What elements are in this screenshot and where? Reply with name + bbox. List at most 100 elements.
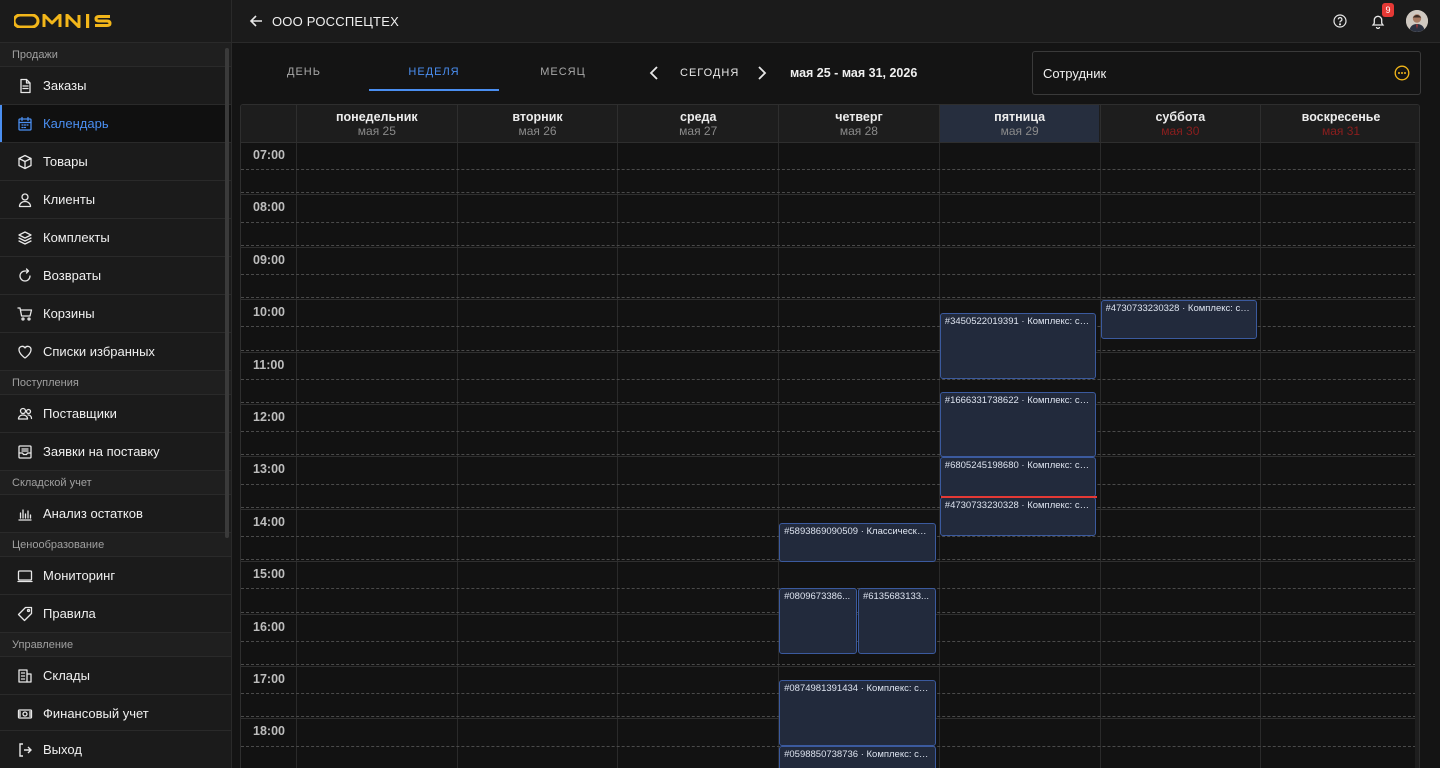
current-time-indicator xyxy=(940,495,1098,498)
sidebar-item-label: Комплекты xyxy=(43,230,110,245)
hour-separator xyxy=(241,456,1419,458)
slot-separator xyxy=(241,169,1419,171)
inbox-icon xyxy=(16,443,34,461)
notifications-button[interactable]: 9 xyxy=(1368,3,1394,31)
event-title: #0598850738736 · Комплекс: стандартный xyxy=(784,748,931,760)
calendar-event[interactable]: #6805245198680 · Комплекс: стандартный xyxy=(939,457,1097,497)
view-tab[interactable]: МЕСЯЦ xyxy=(499,53,627,91)
sidebar-item[interactable]: Заявки на поставку xyxy=(0,433,231,471)
event-title: #4730733230328 · Комплекс: стандартный xyxy=(944,499,1092,511)
sidebar-nav: Продажи Заказы Календарь Товары Клиенты Компл… xyxy=(0,43,231,733)
sidebar-item[interactable]: Списки избранных xyxy=(0,333,231,371)
sidebar-item-label: Товары xyxy=(43,154,88,169)
sidebar-item[interactable]: Товары xyxy=(0,143,231,181)
hour-label: 13:00 xyxy=(253,462,285,477)
chevron-left-icon xyxy=(649,66,658,80)
calendar-event[interactable]: #0598850738736 · Комплекс: стандартный xyxy=(779,745,936,768)
sidebar-item[interactable]: Календарь xyxy=(0,105,231,143)
calendar-toolbar: ДЕНЬ НЕДЕЛЯ МЕСЯЦ СЕГОДНЯ мая 25 - мая 31,… xyxy=(232,43,1440,103)
sidebar-item[interactable]: Правила xyxy=(0,595,231,633)
date-range: мая 25 - мая 31, 2026 xyxy=(790,66,918,80)
sidebar-item[interactable]: Корзины xyxy=(0,295,231,333)
sidebar-item[interactable]: Поставщики xyxy=(0,395,231,433)
tag-icon xyxy=(16,605,34,623)
sidebar-item[interactable]: Финансовый учет xyxy=(0,695,231,733)
logout-button[interactable]: Выход xyxy=(0,730,231,768)
event-title: #3450522019391 · Комплекс: стандартный xyxy=(944,316,1092,328)
slot-separator xyxy=(241,431,1419,433)
day-date: мая 26 xyxy=(518,124,557,138)
calendar-event[interactable]: #4730733230328 · Комплекс: стандартный xyxy=(939,496,1097,536)
day-name: среда xyxy=(680,110,717,124)
hour-label: 09:00 xyxy=(253,252,285,267)
day-header[interactable]: воскресенье мая 31 xyxy=(1260,105,1419,142)
sidebar-scrollbar[interactable] xyxy=(225,48,229,538)
day-date: мая 25 xyxy=(357,124,396,138)
calendar-scrollbar[interactable] xyxy=(1415,143,1419,768)
user-avatar[interactable] xyxy=(1406,10,1428,32)
building-icon xyxy=(16,667,34,685)
topbar: ООО РОССПЕЦТЕХ 9 xyxy=(232,0,1440,43)
money-icon xyxy=(16,705,34,723)
calendar-event[interactable]: #0874981391434 · Комплекс: стандартный xyxy=(779,680,936,746)
calendar-event[interactable]: #6135683133... xyxy=(857,588,936,654)
logout-icon xyxy=(16,741,34,759)
hour-separator xyxy=(241,194,1419,196)
day-name: четверг xyxy=(835,110,883,124)
employee-select[interactable]: Сотрудник xyxy=(1032,51,1421,95)
day-header[interactable]: среда мая 27 xyxy=(617,105,778,142)
day-name: вторник xyxy=(512,110,563,124)
sidebar-item-label: Заявки на поставку xyxy=(43,444,160,459)
sidebar-item[interactable]: Склады xyxy=(0,657,231,695)
day-header[interactable]: пятница мая 29 xyxy=(938,105,1100,142)
user-icon xyxy=(16,191,34,209)
prev-week-button[interactable] xyxy=(644,63,664,83)
day-header[interactable]: понедельник мая 25 xyxy=(296,105,457,142)
day-header[interactable]: четверг мая 28 xyxy=(778,105,939,142)
sidebar-item-label: Склады xyxy=(43,668,90,683)
hour-label: 10:00 xyxy=(253,305,285,320)
sidebar-item-label: Календарь xyxy=(43,116,109,131)
back-button[interactable] xyxy=(244,9,268,33)
calendar-event[interactable]: #3450522019391 · Комплекс: стандартный xyxy=(939,313,1097,379)
hour-separator xyxy=(241,246,1419,248)
view-tab[interactable]: ДЕНЬ xyxy=(240,53,368,91)
calendar-event[interactable]: #1666331738622 · Комплекс: стандартный xyxy=(939,391,1097,458)
sidebar-item[interactable]: Комплекты xyxy=(0,219,231,257)
calendar-event[interactable]: #4730733230328 · Комплекс: стандартный xyxy=(1100,300,1258,340)
bar-chart-icon xyxy=(16,505,34,523)
today-button[interactable]: СЕГОДНЯ xyxy=(680,63,739,83)
hour-label: 12:00 xyxy=(253,410,285,424)
calendar-grid[interactable]: 07:00 08:00 09:00 10:00 11:00 12:00 13:00 14:00… xyxy=(241,143,1419,768)
day-date: мая 27 xyxy=(679,124,718,138)
sidebar-item[interactable]: Анализ остатков xyxy=(0,495,231,533)
calendar-event[interactable]: #0809673386... xyxy=(779,588,857,654)
sidebar-item[interactable]: Возвраты xyxy=(0,257,231,295)
arrow-left-icon xyxy=(249,15,262,27)
slot-separator xyxy=(241,378,1419,380)
sidebar-item-label: Поставщики xyxy=(43,406,117,421)
calendar-event[interactable]: #5893869090509 · Классическая мойка xyxy=(779,522,936,563)
day-date: мая 28 xyxy=(839,124,878,138)
sidebar-item[interactable]: Заказы xyxy=(0,67,231,105)
slot-separator xyxy=(241,244,1419,246)
sidebar-item-label: Возвраты xyxy=(43,268,102,283)
day-header[interactable]: суббота мая 30 xyxy=(1099,105,1261,142)
more-options-icon[interactable] xyxy=(1394,65,1410,81)
hour-separator xyxy=(241,404,1419,405)
slot-separator xyxy=(241,349,1419,351)
view-tab[interactable]: НЕДЕЛЯ xyxy=(369,53,499,91)
help-button[interactable] xyxy=(1330,11,1350,31)
omnis-logo[interactable] xyxy=(0,0,231,43)
slot-separator xyxy=(241,483,1419,485)
event-title: #5893869090509 · Классическая мойка xyxy=(784,525,931,537)
slot-separator xyxy=(241,274,1419,275)
sidebar-item[interactable]: Мониторинг xyxy=(0,557,231,595)
sidebar-section-label: Продажи xyxy=(0,43,231,67)
sidebar-item-label: Анализ остатков xyxy=(43,506,143,521)
day-header[interactable]: вторник мая 26 xyxy=(456,105,618,142)
sidebar-item[interactable]: Клиенты xyxy=(0,181,231,219)
day-name: воскресенье xyxy=(1301,110,1381,124)
next-week-button[interactable] xyxy=(752,63,772,83)
day-name: понедельник xyxy=(335,110,418,124)
